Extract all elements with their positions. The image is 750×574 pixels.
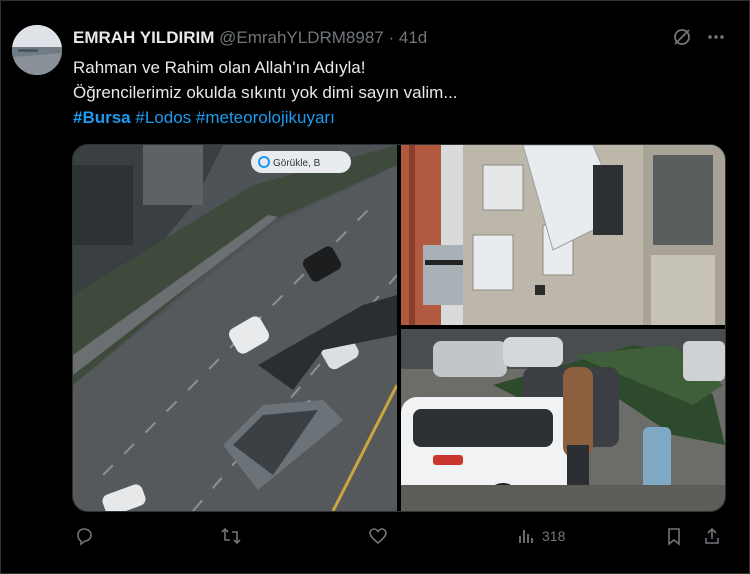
media-image-street[interactable] (401, 329, 725, 511)
grok-icon[interactable] (672, 27, 692, 47)
action-bar: 318 (72, 526, 724, 554)
share-button[interactable] (702, 526, 722, 546)
separator-dot: · (388, 28, 395, 47)
tweet-text: Rahman ve Rahim olan Allah'ın Adıyla! Öğ… (73, 55, 458, 130)
hashtag-meteorolojikuyari[interactable]: #meteorolojikuyarı (196, 108, 335, 127)
tweet-text-line-2: Öğrencilerimiz okulda sıkıntı yok dimi s… (73, 83, 458, 102)
author-name[interactable]: EMRAH YILDIRIM (73, 28, 214, 47)
tweet-text-line-1: Rahman ve Rahim olan Allah'ın Adıyla! (73, 58, 366, 77)
share-icon (702, 526, 722, 546)
retweet-icon (220, 526, 242, 546)
like-icon (368, 526, 388, 546)
hashtag-row: #Bursa #Lodos #meteorolojikuyarı (73, 105, 458, 130)
views-icon (516, 526, 536, 546)
reply-button[interactable] (74, 526, 94, 546)
avatar[interactable] (12, 25, 62, 75)
bookmark-button[interactable] (664, 526, 684, 546)
media-image-building[interactable] (401, 145, 725, 325)
hashtag-bursa[interactable]: #Bursa (73, 108, 131, 127)
tweet-top-icons (672, 27, 726, 47)
bookmark-icon (664, 526, 684, 546)
media-grid[interactable]: Görükle, B (72, 144, 726, 512)
reply-icon (74, 526, 94, 546)
tweet-header: EMRAH YILDIRIM @EmrahYLDRM8987 · 41d (73, 28, 427, 48)
media-map-label: Görükle, B (273, 158, 321, 169)
views-count: 318 (542, 528, 566, 544)
media-image-road[interactable]: Görükle, B (73, 145, 399, 511)
like-button[interactable] (368, 526, 388, 546)
views-button[interactable]: 318 (516, 526, 565, 546)
timestamp[interactable]: 41d (399, 28, 427, 47)
author-handle[interactable]: @EmrahYLDRM8987 (219, 28, 384, 47)
retweet-button[interactable] (220, 526, 242, 546)
hashtag-lodos[interactable]: #Lodos (135, 108, 191, 127)
more-icon[interactable] (706, 27, 726, 47)
